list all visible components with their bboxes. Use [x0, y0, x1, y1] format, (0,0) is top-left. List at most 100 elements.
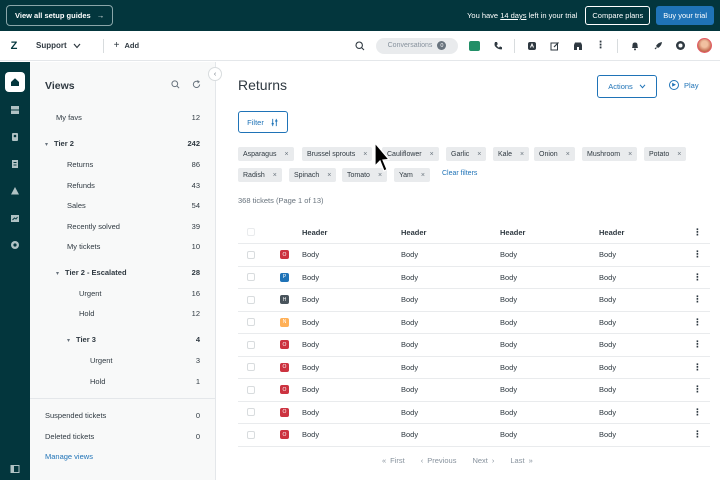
row-checkbox[interactable] [247, 385, 255, 394]
admin-center-icon[interactable] [525, 39, 538, 52]
table-row[interactable]: O Body Body Body Body ⋮ [238, 424, 710, 447]
compare-plans-button[interactable]: Compare plans [585, 6, 651, 25]
close-icon[interactable]: × [327, 172, 331, 179]
row-checkbox[interactable] [247, 318, 255, 327]
more-vertical-icon[interactable]: ⋮ [693, 407, 702, 418]
table-row[interactable]: O Body Body Body Body ⋮ [238, 379, 710, 402]
filter-tag[interactable]: Potato × [644, 147, 687, 161]
table-row[interactable]: P Body Body Body Body ⋮ [238, 267, 710, 289]
view-setup-guides-button[interactable]: View all setup guides → [6, 5, 114, 26]
sidebar-toggle-icon[interactable] [9, 463, 21, 475]
settings-gear-icon[interactable] [9, 239, 21, 251]
view-item-urgent[interactable]: Urgent 16 [79, 289, 200, 298]
more-vertical-icon[interactable]: ⋮ [693, 429, 702, 440]
search-icon[interactable] [171, 80, 180, 91]
filter-tag[interactable]: Spinach × [289, 168, 337, 182]
views-icon[interactable] [9, 104, 21, 116]
view-item-hold[interactable]: Hold 12 [79, 309, 200, 318]
filter-tag[interactable]: Kale × [493, 147, 530, 161]
table-row[interactable]: O Body Body Body Body ⋮ [238, 244, 710, 267]
more-vertical-icon[interactable]: ⋮ [693, 317, 702, 328]
row-checkbox[interactable] [247, 295, 255, 304]
view-item-my-favs[interactable]: My favs 12 [56, 113, 200, 122]
search-icon[interactable] [353, 39, 366, 52]
refresh-icon[interactable] [192, 80, 201, 91]
close-icon[interactable]: × [273, 172, 277, 179]
reports-icon[interactable] [9, 212, 21, 224]
filter-tag[interactable]: Radish × [238, 168, 282, 182]
bell-icon[interactable] [628, 39, 641, 52]
filter-tag[interactable]: Asparagus × [238, 147, 294, 161]
view-item-sales[interactable]: Sales 54 [67, 201, 200, 210]
row-checkbox[interactable] [247, 408, 255, 417]
table-row[interactable]: O Body Body Body Body ⋮ [238, 357, 710, 379]
close-icon[interactable]: × [378, 172, 382, 179]
more-vertical-icon[interactable]: ⋮ [693, 339, 702, 350]
close-icon[interactable]: × [284, 151, 288, 158]
close-icon[interactable]: × [430, 151, 434, 158]
column-header[interactable]: Header [500, 228, 525, 237]
view-item-recently-solved[interactable]: Recently solved 39 [67, 222, 200, 231]
filter-tag[interactable]: Mushroom × [582, 147, 638, 161]
chat-status-icon[interactable] [468, 39, 481, 52]
row-checkbox[interactable] [247, 430, 255, 439]
add-button[interactable]: + Add [114, 40, 139, 51]
buy-trial-button[interactable]: Buy your trial [656, 6, 714, 25]
more-vertical-icon[interactable]: ⋮ [693, 227, 702, 238]
play-button[interactable]: ▶ Play [669, 80, 699, 90]
filter-tag[interactable]: Cauliflower × [382, 147, 439, 161]
manage-views-link[interactable]: Manage views [45, 452, 93, 461]
view-item-returns[interactable]: Returns 86 [67, 160, 200, 169]
zendesk-logo-icon[interactable]: Z [8, 40, 20, 52]
rocket-icon[interactable] [651, 39, 664, 52]
next-page-button[interactable]: Next › [472, 456, 494, 465]
reporting-icon[interactable] [9, 185, 21, 197]
close-icon[interactable]: × [628, 151, 632, 158]
view-group-tier-2[interactable]: ▾ Tier 2 242 [45, 139, 200, 148]
column-header[interactable]: Header [302, 228, 327, 237]
phone-icon[interactable] [491, 39, 504, 52]
previous-page-button[interactable]: ‹ Previous [421, 456, 457, 465]
last-page-button[interactable]: Last» [510, 456, 532, 465]
close-icon[interactable]: × [363, 151, 367, 158]
select-all-checkbox[interactable] [247, 228, 255, 236]
view-item-urgent-tier-3[interactable]: Urgent 3 [90, 356, 200, 365]
row-checkbox[interactable] [247, 250, 255, 259]
close-icon[interactable]: × [477, 151, 481, 158]
conversations-button[interactable]: Conversations 0 [376, 37, 458, 54]
close-icon[interactable]: × [677, 151, 681, 158]
more-vertical-icon[interactable]: ⋮ [693, 384, 702, 395]
edit-icon[interactable] [548, 39, 561, 52]
more-vertical-icon[interactable]: ⋮ [693, 272, 702, 283]
view-item-my-tickets[interactable]: My tickets 10 [67, 242, 200, 251]
filter-button[interactable]: Filter [238, 111, 288, 133]
store-icon[interactable] [571, 39, 584, 52]
filter-tag[interactable]: Yam × [394, 168, 430, 182]
filter-tag[interactable]: Onion × [534, 147, 575, 161]
trial-days-link[interactable]: 14 days [500, 11, 526, 20]
organizations-icon[interactable] [9, 158, 21, 170]
table-row[interactable]: H Body Body Body Body ⋮ [238, 289, 710, 312]
row-checkbox[interactable] [247, 273, 255, 282]
filter-tag[interactable]: Brussel sprouts × [302, 147, 373, 161]
row-checkbox[interactable] [247, 363, 255, 372]
row-checkbox[interactable] [247, 340, 255, 349]
actions-button[interactable]: Actions [597, 75, 657, 98]
column-header[interactable]: Header [401, 228, 426, 237]
view-item-suspended-tickets[interactable]: Suspended tickets 0 [45, 411, 200, 420]
table-row[interactable]: O Body Body Body Body ⋮ [238, 402, 710, 424]
help-icon[interactable] [674, 39, 687, 52]
filter-tag[interactable]: Garlic × [446, 147, 487, 161]
view-group-tier-3[interactable]: ▾ Tier 34 [67, 335, 200, 344]
customers-icon[interactable] [9, 131, 21, 143]
close-icon[interactable]: × [421, 172, 425, 179]
home-icon[interactable] [5, 72, 25, 92]
column-header[interactable]: Header [599, 228, 624, 237]
view-item-deleted-tickets[interactable]: Deleted tickets 0 [45, 432, 200, 441]
more-vertical-icon[interactable]: ⋮ [693, 249, 702, 260]
more-vertical-icon[interactable]: ⋮ [693, 362, 702, 373]
first-page-button[interactable]: «First [382, 456, 405, 465]
clear-filters-link[interactable]: Clear filters [442, 170, 477, 177]
more-vertical-icon[interactable]: ⋮ [693, 294, 702, 305]
product-switcher[interactable]: Support [36, 41, 81, 50]
